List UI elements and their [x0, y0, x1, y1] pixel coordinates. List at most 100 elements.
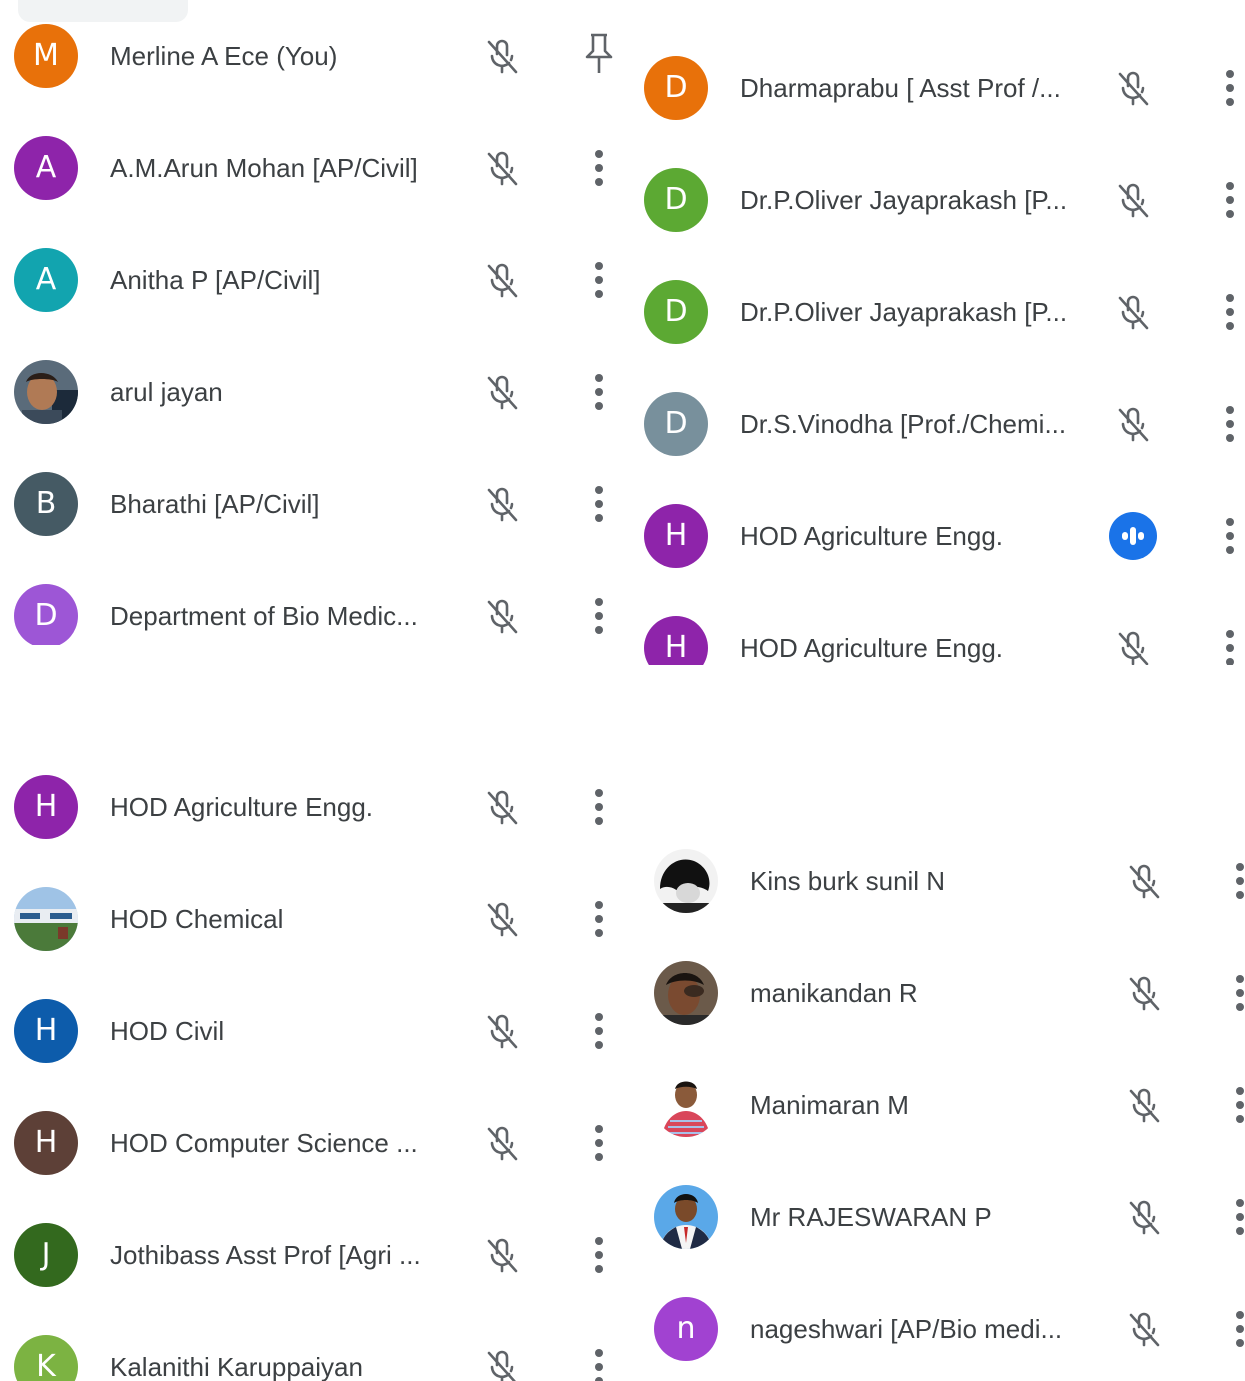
more-vert-icon[interactable]	[1233, 973, 1245, 1013]
participant-name: arul jayan	[110, 377, 223, 407]
mic-off-icon[interactable]	[482, 1011, 522, 1051]
mic-off-icon[interactable]	[1113, 180, 1153, 220]
participant-name: Mr RAJESWARAN P	[750, 1202, 992, 1232]
avatar: A	[14, 248, 78, 312]
participant-row[interactable]: M Merline A Ece (You)	[0, 16, 630, 96]
more-vert-icon[interactable]	[592, 260, 606, 300]
mic-off-icon[interactable]	[1124, 861, 1164, 901]
mic-off-icon[interactable]	[482, 1123, 522, 1163]
participant-row[interactable]: D Dharmaprabu [ Asst Prof /...	[630, 48, 1245, 128]
participant-name: Kins burk sunil N	[750, 866, 946, 896]
mic-off-icon[interactable]	[482, 1347, 522, 1381]
more-vert-icon[interactable]	[592, 1235, 606, 1275]
mic-off-icon[interactable]	[1113, 628, 1153, 665]
avatar: D	[644, 392, 708, 456]
avatar: H	[14, 999, 78, 1063]
participant-name: A.M.Arun Mohan [AP/Civil]	[110, 153, 418, 183]
mic-off-icon[interactable]	[482, 372, 522, 412]
participant-row[interactable]: B Bharathi [AP/Civil]	[0, 464, 630, 544]
mic-off-icon[interactable]	[1113, 68, 1153, 108]
mic-off-icon[interactable]	[1124, 1197, 1164, 1237]
more-vert-icon[interactable]	[1223, 292, 1237, 332]
participant-name: Dharmaprabu [ Asst Prof /...	[740, 73, 1061, 103]
participant-row[interactable]: arul jayan	[0, 352, 630, 432]
participant-row[interactable]: D Dr.P.Oliver Jayaprakash [P...	[630, 160, 1245, 240]
participant-name: HOD Computer Science ...	[110, 1128, 418, 1158]
more-vert-icon[interactable]	[1223, 68, 1237, 108]
mic-off-icon[interactable]	[1113, 292, 1153, 332]
participant-name: Manimaran M	[750, 1090, 909, 1120]
participant-row[interactable]: n nageshwari [AP/Bio medi...	[640, 1289, 1245, 1369]
pin-icon[interactable]	[582, 32, 616, 76]
mic-off-icon[interactable]	[482, 36, 522, 76]
mic-off-icon[interactable]	[1124, 1309, 1164, 1349]
more-vert-icon[interactable]	[1223, 180, 1237, 220]
participant-row[interactable]: J Jothibass Asst Prof [Agri ...	[0, 1215, 630, 1295]
participant-row[interactable]: H HOD Civil	[0, 991, 630, 1071]
more-vert-icon[interactable]	[1223, 516, 1237, 556]
participants-panel-top-left: M Merline A Ece (You) A A.M.Arun Mohan […	[0, 0, 630, 645]
participant-name: Kalanithi Karuppaiyan	[110, 1352, 363, 1381]
participant-row[interactable]: D Dr.P.Oliver Jayaprakash [P...	[630, 272, 1245, 352]
participant-row[interactable]: A Anitha P [AP/Civil]	[0, 240, 630, 320]
participant-row[interactable]: D Dr.S.Vinodha [Prof./Chemi...	[630, 384, 1245, 464]
avatar: D	[644, 168, 708, 232]
avatar: B	[14, 472, 78, 536]
avatar: D	[644, 280, 708, 344]
mic-off-icon[interactable]	[1113, 404, 1153, 444]
more-vert-icon[interactable]	[1233, 1197, 1245, 1237]
mic-off-icon[interactable]	[482, 899, 522, 939]
more-vert-icon[interactable]	[592, 899, 606, 939]
more-vert-icon[interactable]	[592, 372, 606, 412]
participant-row[interactable]: Manimaran M	[640, 1065, 1245, 1145]
mic-off-icon[interactable]	[482, 148, 522, 188]
more-vert-icon[interactable]	[592, 484, 606, 524]
mic-off-icon[interactable]	[1124, 973, 1164, 1013]
avatar: A	[14, 136, 78, 200]
mic-off-icon[interactable]	[482, 260, 522, 300]
more-vert-icon[interactable]	[592, 148, 606, 188]
more-vert-icon[interactable]	[1223, 628, 1237, 665]
more-vert-icon[interactable]	[1233, 1085, 1245, 1125]
participant-row[interactable]: Mr RAJESWARAN P	[640, 1177, 1245, 1257]
avatar: H	[14, 775, 78, 839]
avatar: D	[644, 56, 708, 120]
avatar-photo	[654, 961, 718, 1025]
more-vert-icon[interactable]	[1233, 1309, 1245, 1349]
more-vert-icon[interactable]	[592, 1347, 606, 1381]
speaking-indicator-icon	[1109, 512, 1157, 560]
avatar: J	[14, 1223, 78, 1287]
mic-off-icon[interactable]	[482, 596, 522, 636]
avatar: K	[14, 1335, 78, 1381]
more-vert-icon[interactable]	[1223, 404, 1237, 444]
mic-off-icon[interactable]	[482, 1235, 522, 1275]
participant-name: HOD Agriculture Engg.	[740, 521, 1004, 551]
mic-off-icon[interactable]	[482, 787, 522, 827]
participant-row[interactable]: H HOD Agriculture Engg.	[630, 496, 1245, 576]
more-vert-icon[interactable]	[592, 787, 606, 827]
participants-panel-top-right: D Dharmaprabu [ Asst Prof /... D Dr.P.Ol…	[630, 0, 1245, 665]
participant-row[interactable]: Kins burk sunil N	[640, 841, 1245, 921]
participant-row[interactable]: D Department of Bio Medic...	[0, 576, 630, 645]
more-vert-icon[interactable]	[592, 1123, 606, 1163]
participant-row[interactable]: H HOD Agriculture Engg.	[630, 608, 1245, 665]
mic-off-icon[interactable]	[1124, 1085, 1164, 1125]
participant-name: manikandan R	[750, 978, 918, 1008]
participant-row[interactable]: H HOD Computer Science ...	[0, 1103, 630, 1183]
avatar: n	[654, 1297, 718, 1361]
more-vert-icon[interactable]	[1233, 861, 1245, 901]
mic-off-icon[interactable]	[482, 484, 522, 524]
participant-row[interactable]: A A.M.Arun Mohan [AP/Civil]	[0, 128, 630, 208]
participant-row[interactable]: manikandan R	[640, 953, 1245, 1033]
participant-row[interactable]: H HOD Agriculture Engg.	[0, 767, 630, 847]
more-vert-icon[interactable]	[592, 596, 606, 636]
participant-name: Dr.S.Vinodha [Prof./Chemi...	[740, 409, 1067, 439]
participant-row[interactable]: K Kalanithi Karuppaiyan	[0, 1327, 630, 1381]
avatar: D	[14, 584, 78, 645]
participant-row[interactable]: HOD Chemical	[0, 879, 630, 959]
participant-name: nageshwari [AP/Bio medi...	[750, 1314, 1063, 1344]
avatar: H	[644, 616, 708, 665]
avatar: H	[14, 1111, 78, 1175]
more-vert-icon[interactable]	[592, 1011, 606, 1051]
avatar-photo	[654, 1185, 718, 1249]
